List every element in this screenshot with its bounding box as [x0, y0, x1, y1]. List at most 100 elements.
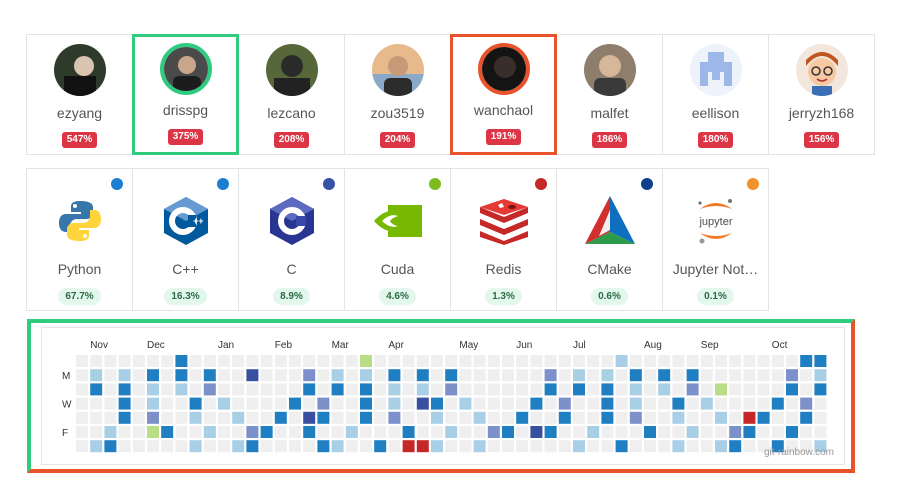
heatmap-cell[interactable]: [416, 440, 429, 453]
heatmap-cell[interactable]: [544, 426, 557, 438]
heatmap-cell[interactable]: [644, 383, 656, 396]
heatmap-cell[interactable]: [260, 397, 273, 410]
heatmap-cell[interactable]: [700, 426, 713, 438]
heatmap-cell[interactable]: [104, 369, 117, 382]
heatmap-cell[interactable]: [360, 426, 372, 438]
heatmap-cell[interactable]: [729, 355, 742, 367]
heatmap-cell[interactable]: [431, 411, 443, 424]
heatmap-cell[interactable]: [729, 426, 742, 438]
heatmap-cell[interactable]: [729, 397, 742, 410]
heatmap-cell[interactable]: [715, 355, 727, 367]
heatmap-cell[interactable]: [90, 383, 103, 396]
heatmap-cell[interactable]: [601, 369, 614, 382]
heatmap-cell[interactable]: [558, 355, 571, 367]
heatmap-cell[interactable]: [814, 369, 827, 382]
heatmap-cell[interactable]: [76, 383, 88, 396]
heatmap-cell[interactable]: [516, 411, 529, 424]
heatmap-cell[interactable]: [672, 411, 685, 424]
heatmap-cell[interactable]: [658, 440, 671, 453]
heatmap-cell[interactable]: [246, 411, 259, 424]
heatmap-cell[interactable]: [700, 440, 713, 453]
heatmap-cell[interactable]: [615, 383, 628, 396]
heatmap-cell[interactable]: [331, 369, 344, 382]
heatmap-cell[interactable]: [161, 383, 174, 396]
heatmap-cell[interactable]: [700, 411, 713, 424]
heatmap-cell[interactable]: [388, 355, 401, 367]
heatmap-cell[interactable]: [161, 426, 174, 438]
heatmap-cell[interactable]: [743, 383, 756, 396]
heatmap-cell[interactable]: [431, 397, 443, 410]
heatmap-cell[interactable]: [686, 355, 699, 367]
heatmap-cell[interactable]: [118, 397, 131, 410]
contributor-card[interactable]: malfet 186%: [556, 34, 663, 155]
heatmap-cell[interactable]: [161, 355, 174, 367]
heatmap-cell[interactable]: [502, 355, 514, 367]
heatmap-cell[interactable]: [189, 383, 202, 396]
heatmap-cell[interactable]: [416, 383, 429, 396]
heatmap-cell[interactable]: [743, 440, 756, 453]
heatmap-cell[interactable]: [274, 411, 287, 424]
language-card[interactable]: Cuda 4.6%: [344, 168, 451, 311]
heatmap-cell[interactable]: [147, 411, 159, 424]
heatmap-cell[interactable]: [715, 411, 727, 424]
heatmap-cell[interactable]: [161, 369, 174, 382]
heatmap-cell[interactable]: [700, 383, 713, 396]
heatmap-cell[interactable]: [601, 426, 614, 438]
heatmap-cell[interactable]: [317, 426, 330, 438]
heatmap-cell[interactable]: [715, 369, 727, 382]
heatmap-cell[interactable]: [303, 411, 316, 424]
heatmap-cell[interactable]: [218, 383, 230, 396]
heatmap-cell[interactable]: [118, 426, 131, 438]
contributor-card[interactable]: drisspg 375%: [132, 34, 239, 155]
heatmap-cell[interactable]: [530, 369, 543, 382]
heatmap-cell[interactable]: [445, 355, 458, 367]
heatmap-cell[interactable]: [629, 383, 642, 396]
heatmap-cell[interactable]: [771, 383, 784, 396]
heatmap-cell[interactable]: [303, 397, 316, 410]
heatmap-cell[interactable]: [189, 369, 202, 382]
heatmap-cell[interactable]: [416, 411, 429, 424]
heatmap-cell[interactable]: [203, 426, 216, 438]
heatmap-cell[interactable]: [104, 440, 117, 453]
heatmap-cell[interactable]: [487, 383, 500, 396]
heatmap-cell[interactable]: [516, 369, 529, 382]
heatmap-cell[interactable]: [686, 426, 699, 438]
heatmap-cell[interactable]: [771, 411, 784, 424]
heatmap-cell[interactable]: [658, 369, 671, 382]
heatmap-cell[interactable]: [587, 369, 600, 382]
heatmap-cell[interactable]: [218, 411, 230, 424]
heatmap-cell[interactable]: [587, 383, 600, 396]
heatmap-cell[interactable]: [573, 397, 585, 410]
heatmap-cell[interactable]: [289, 411, 301, 424]
heatmap-cell[interactable]: [104, 355, 117, 367]
heatmap-cell[interactable]: [388, 440, 401, 453]
heatmap-cell[interactable]: [360, 355, 372, 367]
heatmap-cell[interactable]: [544, 440, 557, 453]
heatmap-cell[interactable]: [558, 440, 571, 453]
heatmap-cell[interactable]: [516, 355, 529, 367]
heatmap-cell[interactable]: [317, 355, 330, 367]
heatmap-cell[interactable]: [786, 397, 798, 410]
heatmap-cell[interactable]: [672, 397, 685, 410]
heatmap-cell[interactable]: [615, 355, 628, 367]
heatmap-cell[interactable]: [345, 426, 358, 438]
heatmap-cell[interactable]: [118, 383, 131, 396]
heatmap-cell[interactable]: [629, 411, 642, 424]
heatmap-cell[interactable]: [601, 383, 614, 396]
heatmap-cell[interactable]: [502, 426, 514, 438]
heatmap-cell[interactable]: [814, 426, 827, 438]
heatmap-cell[interactable]: [317, 397, 330, 410]
credit-link[interactable]: git-rainbow.com: [764, 447, 834, 458]
heatmap-cell[interactable]: [587, 426, 600, 438]
heatmap-cell[interactable]: [218, 440, 230, 453]
heatmap-cell[interactable]: [402, 383, 415, 396]
heatmap-cell[interactable]: [274, 440, 287, 453]
heatmap-cell[interactable]: [644, 411, 656, 424]
heatmap-cell[interactable]: [771, 397, 784, 410]
heatmap-cell[interactable]: [473, 440, 486, 453]
heatmap-cell[interactable]: [90, 369, 103, 382]
heatmap-cell[interactable]: [459, 397, 472, 410]
heatmap-cell[interactable]: [743, 369, 756, 382]
heatmap-cell[interactable]: [374, 397, 387, 410]
heatmap-cell[interactable]: [260, 369, 273, 382]
